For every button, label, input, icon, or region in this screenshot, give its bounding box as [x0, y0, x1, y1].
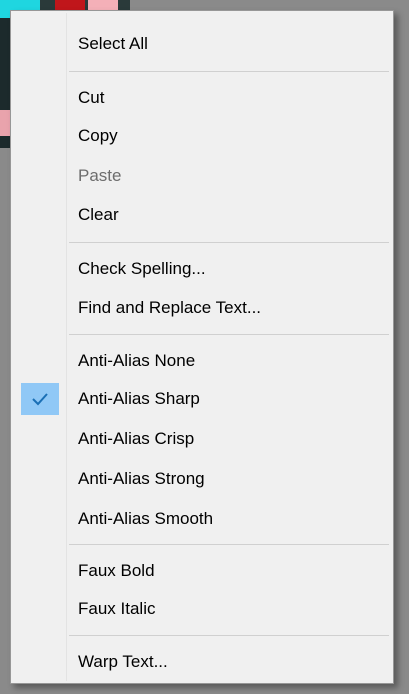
- menu-item-label: Select All: [78, 34, 148, 53]
- menu-item-paste[interactable]: Paste: [13, 157, 391, 195]
- menu-item-label: Find and Replace Text...: [78, 298, 262, 317]
- menu-item-warp-text[interactable]: Warp Text...: [13, 643, 391, 681]
- menu-separator: [69, 71, 389, 72]
- menu-item-faux-italic[interactable]: Faux Italic: [13, 590, 391, 628]
- screen: Select All Cut Copy Paste Clear Check Sp…: [0, 0, 409, 694]
- menu-item-label: Anti-Alias Crisp: [78, 429, 195, 448]
- menu-separator: [69, 635, 389, 636]
- menu-item-label: Anti-Alias Smooth: [78, 509, 214, 528]
- checkmark-icon: [21, 383, 59, 415]
- menu-item-anti-alias-sharp[interactable]: Anti-Alias Sharp: [13, 380, 391, 418]
- menu-separator: [69, 242, 389, 243]
- menu-item-check-spelling[interactable]: Check Spelling...: [13, 250, 391, 288]
- text-context-menu: Select All Cut Copy Paste Clear Check Sp…: [10, 10, 394, 684]
- menu-item-label: Faux Italic: [78, 599, 156, 618]
- menu-item-label: Anti-Alias Strong: [78, 469, 205, 488]
- menu-separator: [69, 334, 389, 335]
- menu-item-label: Faux Bold: [78, 561, 155, 580]
- menu-item-label: Paste: [78, 166, 122, 185]
- menu-item-label: Clear: [78, 205, 119, 224]
- menu-item-label: Copy: [78, 126, 118, 145]
- menu-item-label: Cut: [78, 88, 105, 107]
- menu-item-anti-alias-strong[interactable]: Anti-Alias Strong: [13, 460, 391, 498]
- menu-item-copy[interactable]: Copy: [13, 117, 391, 155]
- menu-item-label: Check Spelling...: [78, 259, 206, 278]
- menu-item-label: Warp Text...: [78, 652, 168, 671]
- menu-item-select-all[interactable]: Select All: [13, 25, 391, 63]
- menu-item-faux-bold[interactable]: Faux Bold: [13, 552, 391, 590]
- menu-item-anti-alias-crisp[interactable]: Anti-Alias Crisp: [13, 420, 391, 458]
- menu-item-anti-alias-none[interactable]: Anti-Alias None: [13, 342, 391, 380]
- menu-item-cut[interactable]: Cut: [13, 79, 391, 117]
- menu-item-find-replace[interactable]: Find and Replace Text...: [13, 289, 391, 327]
- menu-item-anti-alias-smooth[interactable]: Anti-Alias Smooth: [13, 500, 391, 538]
- menu-separator: [69, 544, 389, 545]
- menu-item-clear[interactable]: Clear: [13, 196, 391, 234]
- canvas-left-pink-region: [0, 110, 10, 136]
- menu-item-label: Anti-Alias Sharp: [78, 389, 200, 408]
- menu-item-label: Anti-Alias None: [78, 351, 196, 370]
